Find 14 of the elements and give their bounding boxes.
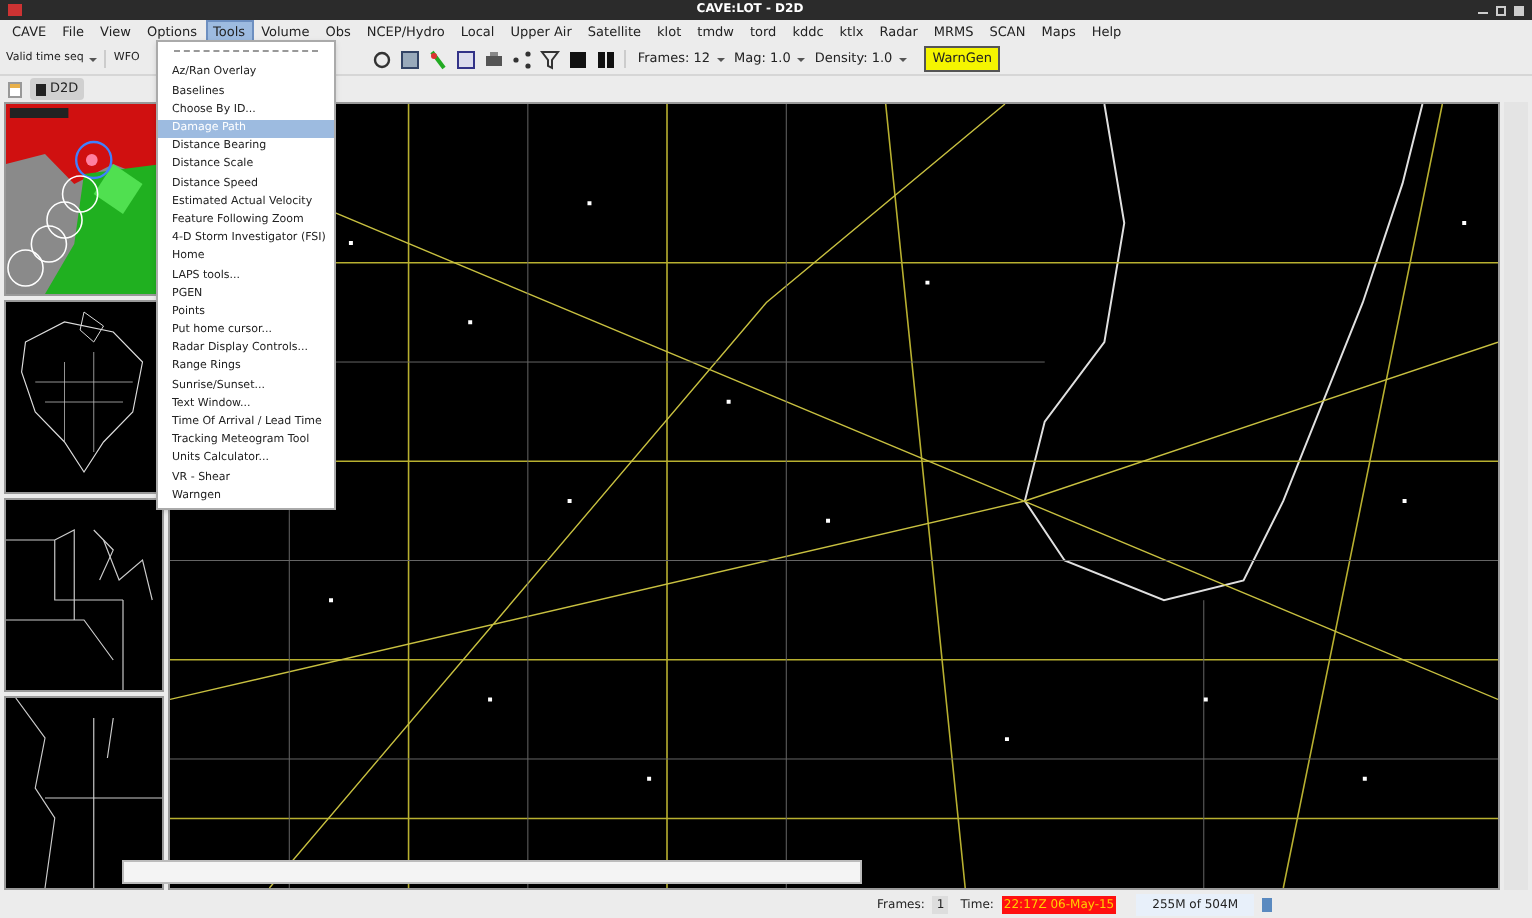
app-icon	[8, 4, 22, 16]
maximize-icon[interactable]	[1496, 5, 1506, 15]
caret-icon	[716, 55, 727, 63]
caret-icon	[87, 55, 98, 63]
share-icon[interactable]	[511, 49, 532, 69]
caret-icon	[898, 55, 909, 63]
print-icon[interactable]	[483, 49, 504, 69]
caret-icon	[796, 55, 807, 63]
funnel-icon[interactable]	[539, 49, 560, 69]
trash-icon[interactable]	[1262, 897, 1272, 911]
panes-icon	[36, 83, 46, 95]
document-icon[interactable]	[8, 81, 22, 97]
square-icon[interactable]	[567, 49, 588, 69]
panes-icon[interactable]	[595, 49, 616, 69]
